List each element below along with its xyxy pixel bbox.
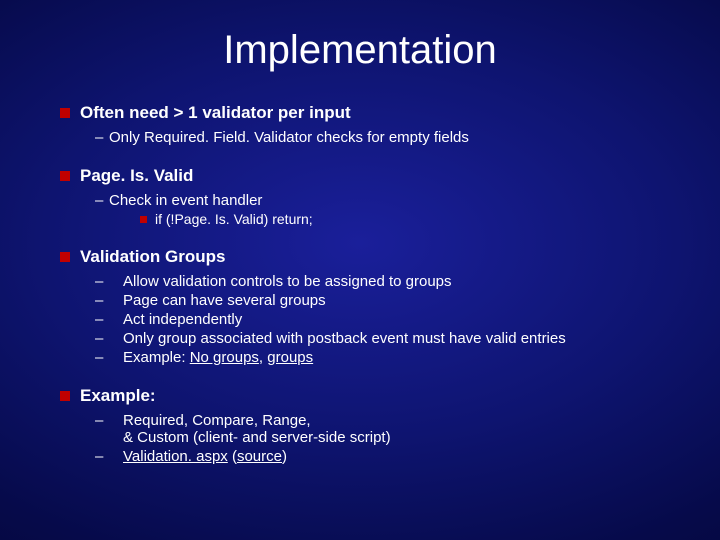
bullet-text: Allow validation controls to be assigned… [123,273,452,290]
dash-icon: – [95,412,109,429]
bullet-level3: if (!Page. Is. Valid) return; [140,211,690,227]
bullet-level1: Example: [60,386,690,406]
text-line: Required, Compare, Range, [123,412,311,429]
link-validation-aspx[interactable]: Validation. aspx [123,448,228,465]
bullet-level2: – Validation. aspx (source) [95,448,690,465]
bullet-text: Act independently [123,311,242,328]
bullet-text: Page can have several groups [123,292,326,309]
dash-icon: – [95,311,109,328]
bullet-text: Validation. aspx (source) [123,448,287,465]
text: ) [282,448,287,465]
dash-icon: – [95,349,109,366]
bullet-text: Often need > 1 validator per input [80,103,351,123]
bullet-level1: Validation Groups [60,247,690,267]
bullet-text: Only Required. Field. Validator checks f… [109,129,469,146]
link-no-groups[interactable]: No groups [190,349,259,366]
square-bullet-icon [140,216,147,223]
text: , [259,349,267,366]
bullet-level2: – Allow validation controls to be assign… [95,273,690,290]
dash-icon: – [95,273,109,290]
bullet-text: Validation Groups [80,247,225,267]
bullet-text: Required, Compare, Range, & Custom (clie… [123,412,391,446]
bullet-level2: – Required, Compare, Range, & Custom (cl… [95,412,690,446]
text-line: & Custom (client- and server-side script… [123,429,391,446]
dash-icon: – [95,192,109,209]
bullet-text: Only group associated with postback even… [123,330,566,347]
square-bullet-icon [60,391,70,401]
bullet-text: Example: [80,386,156,406]
bullet-level2: – Only group associated with postback ev… [95,330,690,347]
link-source[interactable]: source [237,448,282,465]
text: ( [228,448,237,465]
square-bullet-icon [60,252,70,262]
dash-icon: – [95,129,109,146]
bullet-level2: – Act independently [95,311,690,328]
bullet-text: Example: No groups, groups [123,349,313,366]
bullet-text: Page. Is. Valid [80,166,193,186]
bullet-text: if (!Page. Is. Valid) return; [155,211,313,227]
dash-icon: – [95,330,109,347]
dash-icon: – [95,292,109,309]
dash-icon: – [95,448,109,465]
bullet-level1: Page. Is. Valid [60,166,690,186]
slide-title: Implementation [30,28,690,73]
bullet-level1: Often need > 1 validator per input [60,103,690,123]
bullet-level2: – Only Required. Field. Validator checks… [95,129,690,146]
bullet-level2: – Page can have several groups [95,292,690,309]
square-bullet-icon [60,108,70,118]
bullet-level2: – Check in event handler [95,192,690,209]
square-bullet-icon [60,171,70,181]
bullet-level2: – Example: No groups, groups [95,349,690,366]
text: Example: [123,349,190,366]
bullet-text: Check in event handler [109,192,262,209]
link-groups[interactable]: groups [267,349,313,366]
